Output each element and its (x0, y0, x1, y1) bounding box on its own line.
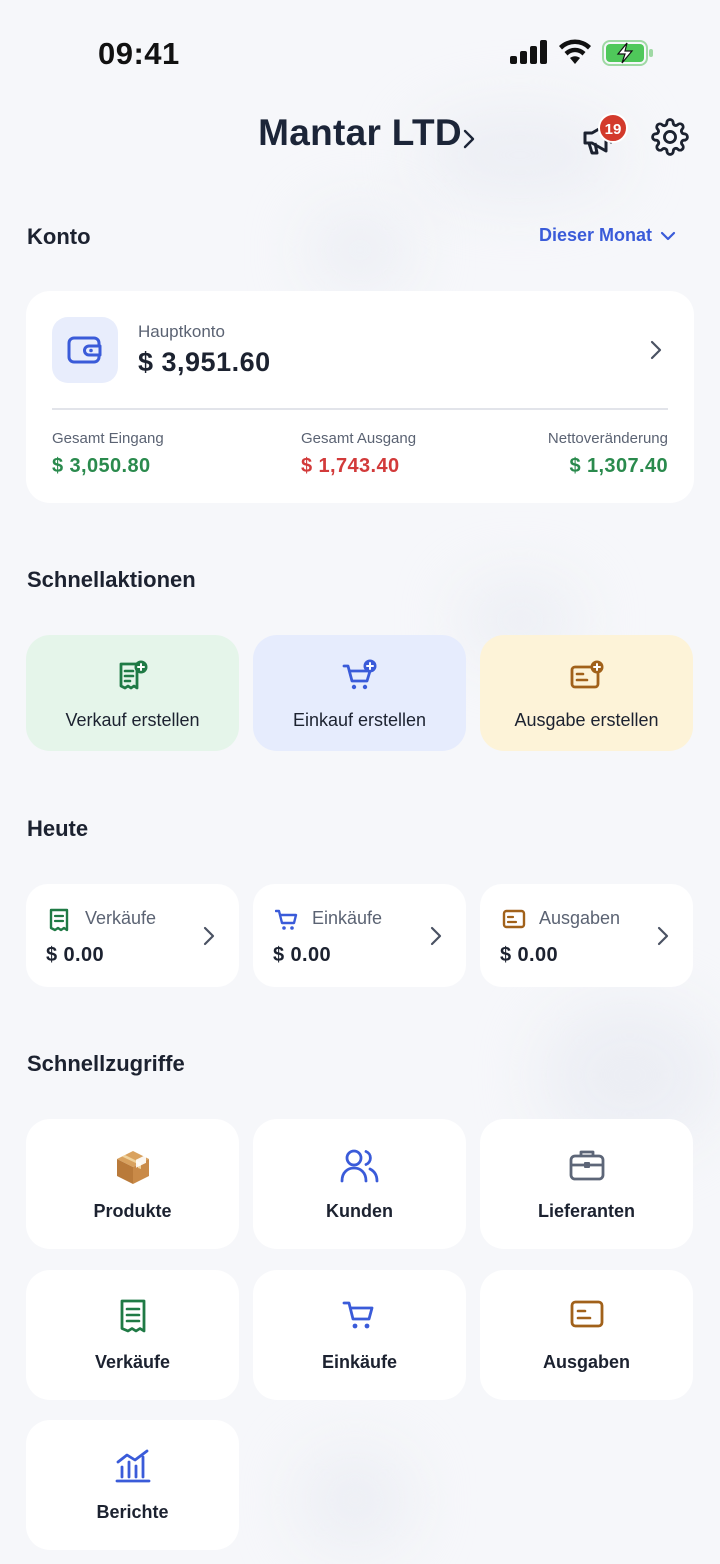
net-change-stat: Nettoveränderung $ 1,307.40 (548, 430, 668, 478)
stat-value: $ 1,307.40 (569, 455, 668, 477)
shortcut-label: Produkte (93, 1201, 172, 1221)
period-dropdown[interactable]: Dieser Monat (539, 225, 676, 246)
home-screen: 09:41 Mantar LTD 19 Konto Dieser Monat H… (0, 0, 720, 1564)
quick-action-label: Verkauf erstellen (65, 710, 200, 730)
create-purchase-button[interactable]: Einkauf erstellen (253, 635, 466, 751)
gear-icon[interactable] (651, 118, 689, 156)
total-income-stat: Gesamt Eingang $ 3,050.80 (52, 430, 164, 478)
chevron-right-icon (203, 926, 215, 946)
divider (52, 408, 668, 410)
stat-label: Gesamt Eingang (52, 430, 164, 447)
today-label: Ausgaben (539, 908, 621, 928)
create-expense-button[interactable]: Ausgabe erstellen (480, 635, 693, 751)
today-value: $ 0.00 (500, 944, 559, 966)
shortcut-products[interactable]: Produkte (26, 1119, 239, 1249)
receipt-icon (120, 1299, 145, 1333)
expense-card-icon (502, 909, 526, 929)
cart-add-icon (342, 659, 376, 690)
stat-value: $ 1,743.40 (301, 455, 400, 477)
chevron-right-icon (657, 926, 669, 946)
battery-charging-icon (602, 40, 653, 66)
shortcut-reports[interactable]: Berichte (26, 1420, 239, 1550)
signal-icon (510, 40, 547, 64)
wallet-add-icon (570, 660, 603, 689)
today-sales-card[interactable]: Verkäufe $ 0.00 (26, 884, 239, 987)
briefcase-icon (569, 1150, 604, 1181)
shortcut-label: Lieferanten (537, 1201, 636, 1221)
main-account-balance: $ 3,951.60 (138, 347, 271, 377)
stat-label: Nettoveränderung (547, 430, 668, 447)
company-name: Mantar LTD (258, 112, 462, 153)
today-value: $ 0.00 (46, 944, 105, 966)
shortcut-customers[interactable]: Kunden (253, 1119, 466, 1249)
cart-icon (275, 909, 298, 930)
chevron-right-icon (650, 340, 662, 360)
chevron-down-icon (660, 231, 676, 240)
main-account-label: Hauptkonto (138, 322, 225, 341)
quick-action-label: Einkauf erstellen (292, 710, 427, 730)
quick-action-label: Ausgabe erstellen (514, 710, 659, 730)
today-label: Einkäufe (312, 908, 383, 928)
receipt-icon (49, 908, 69, 932)
quick-actions-title: Schnellaktionen (27, 567, 196, 592)
period-label: Dieser Monat (538, 225, 652, 245)
chart-icon (115, 1449, 150, 1483)
main-account-card[interactable]: Hauptkonto $ 3,951.60 Gesamt Eingang $ 3… (26, 291, 694, 503)
stat-label: Gesamt Ausgang (301, 430, 417, 447)
today-label: Verkäufe (85, 908, 157, 928)
shortcut-label: Einkäufe (321, 1352, 398, 1372)
account-section-title: Konto (27, 224, 91, 249)
notification-badge: 19 (598, 113, 628, 143)
users-icon (340, 1149, 378, 1183)
shortcuts-title: Schnellzugriffe (27, 1051, 185, 1076)
cart-icon (342, 1301, 373, 1329)
chevron-right-icon (430, 926, 442, 946)
status-time: 09:41 (98, 36, 180, 71)
total-expense-stat: Gesamt Ausgang $ 1,743.40 (301, 430, 416, 478)
stat-value: $ 3,050.80 (52, 455, 151, 477)
wifi-icon (559, 39, 591, 64)
shortcut-label: Berichte (96, 1502, 169, 1522)
chevron-right-icon (463, 129, 475, 149)
today-purchases-card[interactable]: Einkäufe $ 0.00 (253, 884, 466, 987)
shortcut-suppliers[interactable]: Lieferanten (480, 1119, 693, 1249)
today-value: $ 0.00 (273, 944, 332, 966)
create-sale-button[interactable]: Verkauf erstellen (26, 635, 239, 751)
shortcut-sales[interactable]: Verkäufe (26, 1270, 239, 1400)
wallet-icon (52, 317, 118, 383)
receipt-add-icon (119, 660, 147, 690)
shortcut-label: Verkäufe (94, 1352, 171, 1372)
expense-card-icon (570, 1300, 603, 1328)
shortcut-purchases[interactable]: Einkäufe (253, 1270, 466, 1400)
shortcut-label: Kunden (326, 1201, 393, 1221)
status-bar: 09:41 (0, 0, 720, 100)
package-icon (116, 1151, 149, 1184)
shortcut-expenses[interactable]: Ausgaben (480, 1270, 693, 1400)
shortcut-label: Ausgaben (542, 1352, 630, 1372)
today-title: Heute (27, 816, 89, 841)
today-expenses-card[interactable]: Ausgaben $ 0.00 (480, 884, 693, 987)
